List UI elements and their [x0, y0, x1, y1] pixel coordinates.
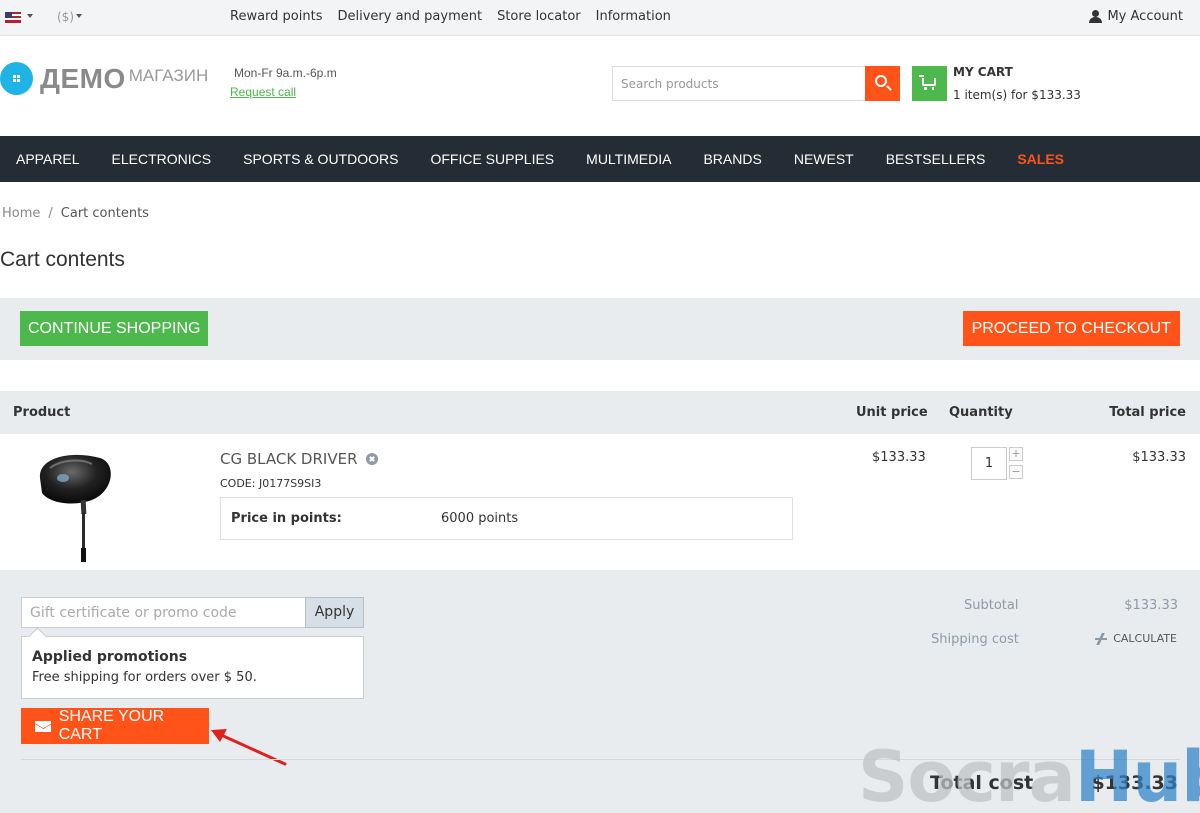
cart-summary-panel: Apply Applied promotions Free shipping f…: [0, 570, 1200, 813]
table-row: CG BLACK DRIVER CODE: J0177S9SI3 Price i…: [0, 434, 1200, 570]
main-nav: APPAREL ELECTRONICS SPORTS & OUTDOORS OF…: [0, 136, 1200, 182]
nav-apparel[interactable]: APPAREL: [16, 151, 80, 167]
share-cart-label: SHARE YOUR CART: [58, 708, 165, 743]
nav-newest[interactable]: NEWEST: [794, 151, 854, 167]
watermark-logo: SocraHub: [858, 742, 1200, 812]
calculate-shipping-link[interactable]: CALCULATE: [1095, 632, 1177, 645]
cart-table-header: Product Unit price Quantity Total price: [0, 391, 1200, 434]
top-bar: ($) Reward points Delivery and payment S…: [0, 0, 1200, 36]
envelope-icon: [35, 720, 51, 732]
product-name[interactable]: CG BLACK DRIVER: [220, 450, 378, 468]
store-logo[interactable]: ДЕМО МАГАЗИН: [0, 62, 208, 95]
calculate-label: CALCULATE: [1113, 632, 1177, 645]
top-links: Reward points Delivery and payment Store…: [230, 9, 671, 24]
nav-multimedia[interactable]: MULTIMEDIA: [586, 151, 671, 167]
us-flag-icon[interactable]: [5, 12, 21, 23]
red-arrow-annotation-icon: [211, 729, 287, 766]
quantity-increase-button[interactable]: +: [1009, 447, 1023, 461]
chevron-down-icon[interactable]: [76, 14, 82, 18]
applied-promotions-title: Applied promotions: [32, 649, 188, 665]
shipping-cost-label: Shipping cost: [931, 632, 1019, 647]
watermark-part-2: Hub: [1074, 736, 1200, 813]
cart-title[interactable]: MY CART: [953, 65, 1013, 79]
chevron-down-icon[interactable]: [27, 14, 33, 18]
quantity-decrease-button[interactable]: −: [1009, 465, 1023, 479]
column-total-price: Total price: [1109, 405, 1186, 420]
remove-item-icon[interactable]: [365, 453, 378, 465]
cart-button[interactable]: [912, 66, 947, 101]
cart-icon: [919, 75, 936, 90]
request-call-link[interactable]: Request call: [230, 85, 296, 99]
applied-promotions-text: Free shipping for orders over $ 50.: [32, 670, 257, 685]
product-code: CODE: J0177S9SI3: [220, 477, 322, 490]
cart-summary[interactable]: 1 item(s) for $133.33: [953, 88, 1081, 102]
nav-office-supplies[interactable]: OFFICE SUPPLIES: [430, 151, 554, 167]
nav-sports-outdoors[interactable]: SPORTS & OUTDOORS: [243, 151, 398, 167]
subtotal-label: Subtotal: [964, 598, 1019, 613]
logo-sub-text: МАГАЗИН: [128, 65, 209, 85]
currency-selector[interactable]: ($): [57, 10, 74, 24]
continue-shopping-button[interactable]: CONTINUE SHOPPING: [20, 311, 209, 346]
column-unit-price: Unit price: [856, 405, 928, 420]
breadcrumb: Home / Cart contents: [2, 206, 149, 221]
quantity-input[interactable]: 1: [971, 447, 1007, 480]
search-button[interactable]: [865, 66, 900, 101]
cart-actions: CONTINUE SHOPPING PROCEED TO CHECKOUT: [0, 298, 1200, 360]
row-total-price: $133.33: [1132, 450, 1186, 465]
points-value: 6000 points: [441, 511, 519, 526]
breadcrumb-home[interactable]: Home: [2, 206, 40, 221]
promo-code-input[interactable]: [21, 597, 306, 628]
nav-electronics[interactable]: ELECTRONICS: [112, 151, 212, 167]
subtotal-value: $133.33: [1124, 598, 1178, 613]
unit-price: $133.33: [872, 450, 926, 465]
applied-promotions-box: Applied promotions Free shipping for ord…: [21, 636, 364, 699]
apply-promo-button[interactable]: Apply: [305, 597, 364, 628]
user-icon: [1089, 10, 1103, 23]
price-in-points-box: Price in points: 6000 points: [220, 497, 793, 540]
logo-main-text: ДЕМО: [40, 62, 126, 94]
column-quantity: Quantity: [949, 405, 1013, 420]
my-account-label: My Account: [1107, 9, 1183, 24]
breadcrumb-separator: /: [48, 206, 53, 221]
share-cart-button[interactable]: SHARE YOUR CART: [21, 708, 209, 744]
column-product: Product: [13, 405, 71, 420]
airplane-icon: [1095, 633, 1108, 645]
link-store-locator[interactable]: Store locator: [497, 9, 581, 24]
search-bar: [612, 66, 900, 101]
nav-sales[interactable]: SALES: [1017, 151, 1064, 167]
working-hours: Mon-Fr 9a.m.-6p.m: [234, 66, 337, 80]
golf-driver-image[interactable]: [30, 448, 120, 563]
proceed-to-checkout-button[interactable]: PROCEED TO CHECKOUT: [962, 311, 1180, 346]
link-information[interactable]: Information: [596, 9, 671, 24]
nav-bestsellers[interactable]: BESTSELLERS: [886, 151, 986, 167]
link-reward-points[interactable]: Reward points: [230, 9, 322, 24]
page-title: Cart contents: [0, 248, 125, 271]
points-label: Price in points:: [231, 511, 342, 526]
product-name-label: CG BLACK DRIVER: [220, 450, 358, 468]
search-icon: [875, 75, 887, 87]
my-account-link[interactable]: My Account: [1089, 9, 1183, 24]
search-input[interactable]: [612, 66, 865, 101]
breadcrumb-current: Cart contents: [60, 206, 149, 221]
link-delivery-payment[interactable]: Delivery and payment: [337, 9, 482, 24]
watermark-part-1: Socra: [858, 736, 1076, 813]
logo-icon: [0, 62, 33, 95]
nav-brands[interactable]: BRANDS: [703, 151, 761, 167]
